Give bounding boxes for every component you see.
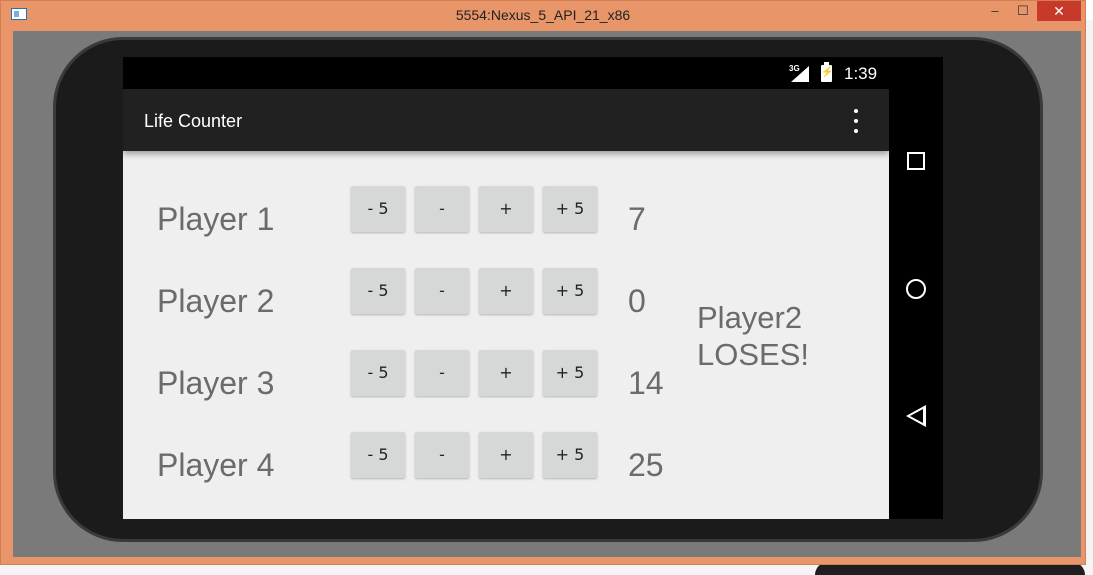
player-3-life: 14 (628, 365, 664, 401)
signal-icon (791, 66, 809, 82)
player-3-plus5-button[interactable]: + 5 (543, 350, 597, 396)
player-2-minus1-button[interactable]: - (415, 268, 469, 314)
player-1-minus5-button[interactable]: - 5 (351, 186, 405, 232)
close-button[interactable]: ✕ (1037, 1, 1081, 21)
background-window-edge-right (1085, 20, 1093, 575)
player-2-life: 0 (628, 283, 646, 319)
player-3-label: Player 3 (157, 365, 275, 401)
player-4-minus5-button[interactable]: - 5 (351, 432, 405, 478)
app-title: Life Counter (144, 111, 243, 131)
back-icon[interactable] (906, 405, 926, 427)
status-time: 1:39 (844, 64, 878, 83)
player-3-minus5-button[interactable]: - 5 (351, 350, 405, 396)
player-3-plus1-button[interactable]: + (479, 350, 533, 396)
player-1-label: Player 1 (157, 201, 275, 237)
loser-message: Player2 LOSES! (697, 299, 847, 373)
player-4-plus5-button[interactable]: + 5 (543, 432, 597, 478)
home-icon[interactable] (906, 279, 926, 299)
action-bar: Life Counter (123, 89, 889, 151)
overflow-menu-icon[interactable] (850, 108, 862, 134)
player-1-minus1-button[interactable]: - (415, 186, 469, 232)
recent-apps-icon[interactable] (907, 152, 925, 170)
window-title: 5554:Nexus_5_API_21_x86 (455, 7, 631, 23)
navigation-bar (889, 57, 943, 519)
minimize-button[interactable]: – (981, 1, 1009, 21)
loser-message-text: LOSES! (697, 337, 809, 372)
player-4-plus1-button[interactable]: + (479, 432, 533, 478)
player-3-minus1-button[interactable]: - (415, 350, 469, 396)
battery-charging-icon (821, 62, 832, 82)
player-1-plus5-button[interactable]: + 5 (543, 186, 597, 232)
player-2-plus1-button[interactable]: + (479, 268, 533, 314)
device-screen: 3G 1:39 Life Counter Player 1 - 5 - + + … (123, 57, 943, 519)
player-2-label: Player 2 (157, 283, 275, 319)
player-1-life: 7 (628, 201, 646, 237)
life-counter-content: Player 1 - 5 - + + 5 7 Player 2 - 5 - + … (123, 151, 889, 519)
maximize-button[interactable]: ☐ (1009, 1, 1037, 21)
player-4-label: Player 4 (157, 447, 275, 483)
loser-message-player: Player2 (697, 300, 803, 335)
player-1-plus1-button[interactable]: + (479, 186, 533, 232)
player-2-minus5-button[interactable]: - 5 (351, 268, 405, 314)
player-4-minus1-button[interactable]: - (415, 432, 469, 478)
player-4-life: 25 (628, 447, 664, 483)
title-bar[interactable]: 5554:Nexus_5_API_21_x86 – ☐ ✕ (1, 1, 1085, 29)
player-2-plus5-button[interactable]: + 5 (543, 268, 597, 314)
status-bar: 3G 1:39 (123, 57, 889, 89)
